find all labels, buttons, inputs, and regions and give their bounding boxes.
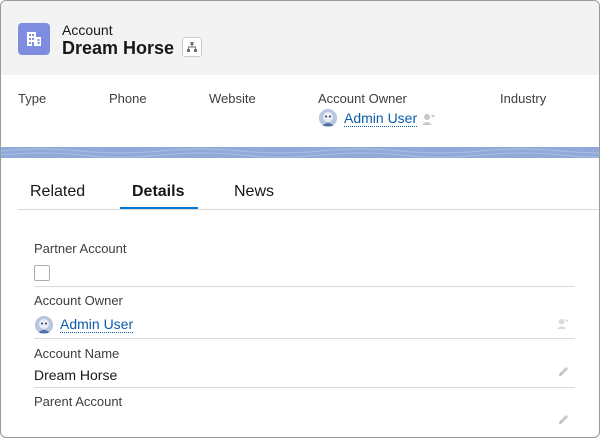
highlight-label-type: Type [18, 91, 47, 106]
account-owner-detail-link[interactable]: Admin User [60, 316, 134, 333]
partner-account-checkbox[interactable] [34, 265, 50, 281]
edit-pencil-icon[interactable] [557, 365, 570, 383]
change-owner-icon[interactable] [422, 112, 436, 131]
field-divider [34, 286, 575, 287]
record-title: Dream Horse [62, 38, 175, 58]
highlights-panel: Type Phone Website Account Owner Industr… [1, 75, 599, 147]
account-owner-label: Account Owner [34, 293, 123, 308]
edit-pencil-icon[interactable] [557, 413, 570, 431]
tab-news[interactable]: News [234, 183, 274, 201]
avatar [319, 109, 337, 127]
account-building-icon [18, 23, 50, 55]
account-owner-link[interactable]: Admin User [344, 110, 418, 127]
highlight-label-account-owner: Account Owner [318, 91, 407, 106]
highlight-label-website: Website [209, 91, 256, 106]
field-divider [34, 338, 575, 339]
object-label: Account [62, 22, 113, 38]
highlight-label-phone: Phone [109, 91, 147, 106]
account-name-value: Dream Horse [34, 367, 118, 383]
change-owner-icon[interactable] [557, 317, 570, 335]
tab-related[interactable]: Related [30, 183, 85, 201]
tabs-divider [18, 209, 599, 210]
partner-account-label: Partner Account [34, 241, 127, 256]
decorative-wave-band [1, 147, 599, 158]
hierarchy-icon [187, 42, 197, 52]
record-page: Account Dream Horse Type Phone Website A… [0, 0, 600, 438]
view-hierarchy-button[interactable] [182, 37, 202, 57]
highlight-label-industry: Industry [500, 91, 547, 106]
tab-details[interactable]: Details [132, 183, 184, 201]
parent-account-label: Parent Account [34, 394, 123, 409]
avatar [35, 316, 53, 334]
record-header: Account Dream Horse [1, 1, 599, 75]
field-divider [34, 387, 575, 388]
account-name-label: Account Name [34, 346, 120, 361]
